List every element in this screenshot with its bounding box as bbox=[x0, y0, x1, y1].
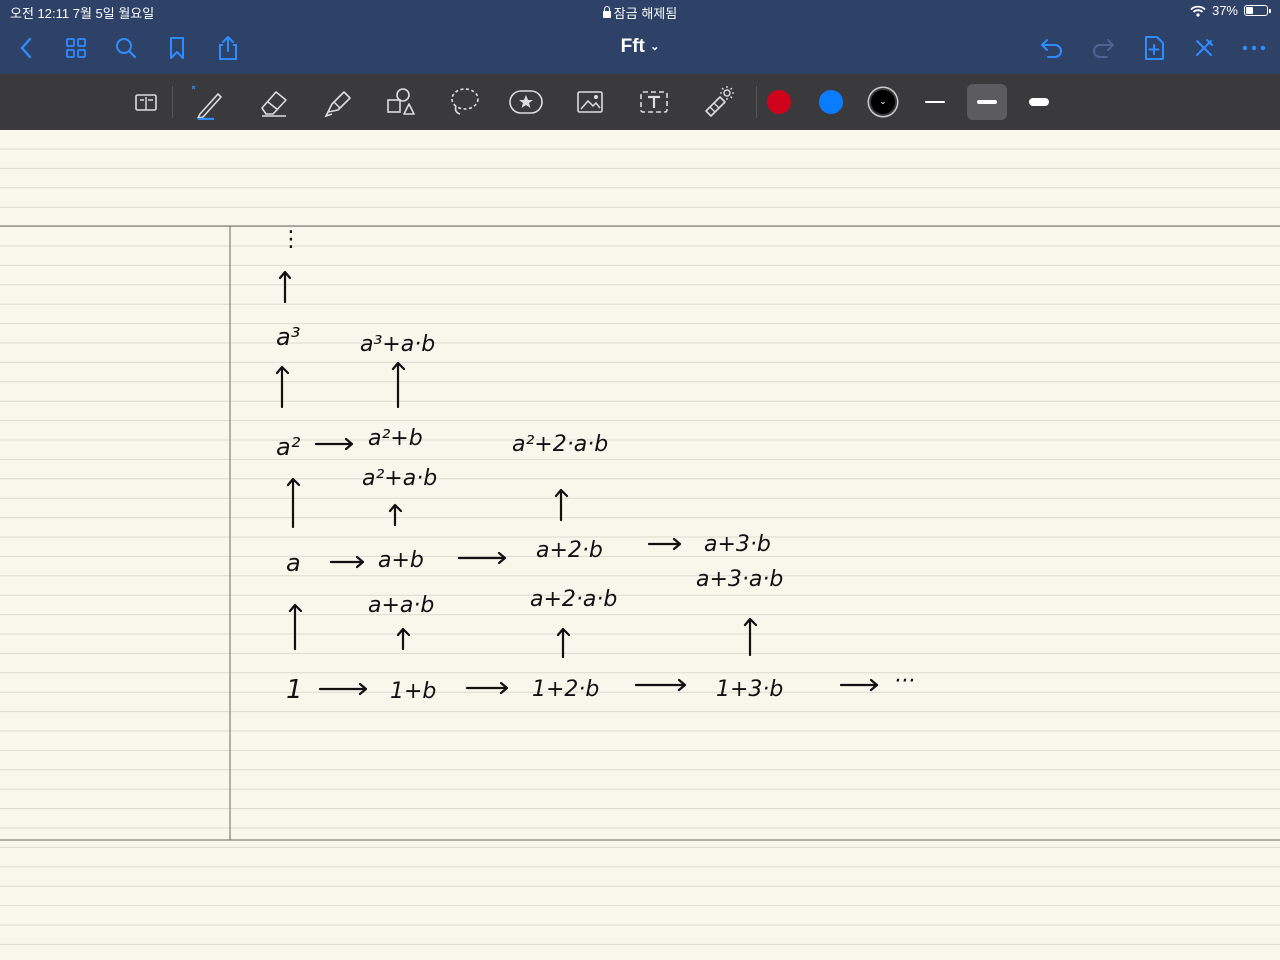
lasso-icon bbox=[451, 88, 479, 115]
term-a-squared: a² bbox=[276, 433, 301, 461]
term-a: a bbox=[286, 549, 301, 577]
term-a-squared-plus-2ab: a²+2·a·b bbox=[512, 432, 608, 457]
grid-icon bbox=[66, 38, 86, 58]
elements-tool[interactable] bbox=[506, 84, 546, 120]
wifi-icon bbox=[1190, 5, 1206, 17]
add-page-icon bbox=[1145, 36, 1164, 60]
redo-icon bbox=[1093, 39, 1114, 58]
battery-percent: 37% bbox=[1211, 3, 1238, 18]
status-lock: 잠금 해제됨 bbox=[0, 3, 1280, 22]
search-button[interactable] bbox=[112, 34, 140, 62]
back-button[interactable] bbox=[12, 34, 40, 62]
term-one-plus-b: 1+b bbox=[390, 679, 436, 704]
term-one: 1 bbox=[286, 675, 303, 705]
chevron-left-icon bbox=[20, 37, 32, 59]
share-icon bbox=[219, 36, 237, 60]
more-button[interactable] bbox=[1240, 34, 1268, 62]
term-one-plus-3b: 1+3·b bbox=[716, 677, 783, 702]
image-icon bbox=[577, 91, 603, 113]
thumbnails-button[interactable] bbox=[62, 34, 90, 62]
lock-label: 잠금 해제됨 bbox=[613, 6, 678, 21]
top-bar: 오전 12:11 7월 5일 월요일 잠금 해제됨 37% Fft ⌄ bbox=[0, 0, 1280, 74]
term-a-plus-3b: a+3·b bbox=[704, 532, 771, 557]
stroke-medium-selected[interactable] bbox=[967, 84, 1007, 120]
term-a-cubed-plus-ab: a³+a·b bbox=[360, 332, 435, 357]
document-title-text: Fft bbox=[620, 36, 645, 57]
text-tool[interactable] bbox=[634, 84, 674, 120]
pen-tool[interactable] bbox=[188, 84, 228, 120]
eraser-tool[interactable] bbox=[254, 84, 294, 120]
stroke-thick[interactable] bbox=[1019, 84, 1059, 120]
highlighter-icon bbox=[324, 91, 351, 118]
notebook-page[interactable]: ⋮ a³ a³+a·b a² a²+b a²+2·a·b a²+a·b a a+… bbox=[0, 130, 1280, 960]
battery-icon bbox=[1244, 5, 1271, 16]
lasso-tool[interactable] bbox=[444, 84, 484, 120]
close-tools-button[interactable] bbox=[1190, 34, 1218, 62]
eraser-icon bbox=[261, 91, 287, 117]
search-icon bbox=[116, 38, 137, 59]
undo-icon bbox=[1041, 39, 1062, 58]
chevron-down-icon: ⌄ bbox=[650, 41, 660, 53]
term-a-cubed: a³ bbox=[276, 323, 300, 351]
text-box-icon bbox=[640, 91, 668, 113]
continuation-dots: ⋮ bbox=[280, 227, 302, 252]
term-one-plus-2b: 1+2·b bbox=[532, 677, 599, 702]
color-red[interactable] bbox=[759, 84, 799, 120]
pen-off-icon bbox=[1196, 39, 1213, 56]
color-blue[interactable] bbox=[811, 84, 851, 120]
highlighter-tool[interactable] bbox=[318, 84, 358, 120]
shapes-icon bbox=[387, 88, 415, 115]
term-a-plus-ab: a+a·b bbox=[368, 593, 434, 618]
undo-button[interactable] bbox=[1038, 34, 1066, 62]
status-right: 37% bbox=[1190, 3, 1271, 18]
term-a-plus-b: a+b bbox=[378, 548, 424, 573]
read-mode-tool[interactable] bbox=[126, 84, 166, 120]
document-title[interactable]: Fft ⌄ bbox=[621, 36, 660, 57]
pen-icon bbox=[191, 85, 222, 120]
chevron-down-icon: ⌄ bbox=[879, 95, 887, 106]
bookmark-button[interactable] bbox=[163, 34, 191, 62]
drawing-toolbar: ⌄ bbox=[0, 74, 1280, 130]
trailing-dots: ··· bbox=[894, 669, 915, 694]
lock-icon bbox=[602, 6, 611, 18]
sticker-star-icon bbox=[509, 90, 543, 114]
term-a-plus-3ab: a+3·a·b bbox=[696, 567, 783, 592]
laser-pointer-icon bbox=[705, 86, 734, 117]
bookmark-icon bbox=[170, 37, 184, 59]
handwritten-note: ⋮ a³ a³+a·b a² a²+b a²+2·a·b a²+a·b a a+… bbox=[0, 148, 1280, 945]
term-a-plus-2ab: a+2·a·b bbox=[530, 587, 617, 612]
shapes-tool[interactable] bbox=[380, 84, 420, 120]
more-icon bbox=[1242, 45, 1266, 51]
stroke-thin[interactable] bbox=[915, 84, 955, 120]
page-mode-icon bbox=[135, 94, 157, 111]
add-page-button[interactable] bbox=[1140, 34, 1168, 62]
share-button[interactable] bbox=[214, 34, 242, 62]
image-tool[interactable] bbox=[570, 84, 610, 120]
term-a-squared-plus-b: a²+b bbox=[368, 426, 423, 451]
color-black-selected[interactable]: ⌄ bbox=[863, 84, 903, 120]
laser-pointer-tool[interactable] bbox=[698, 84, 738, 120]
term-a-plus-2b: a+2·b bbox=[536, 538, 603, 563]
redo-button[interactable] bbox=[1089, 34, 1117, 62]
term-a-squared-plus-ab: a²+a·b bbox=[362, 466, 437, 491]
